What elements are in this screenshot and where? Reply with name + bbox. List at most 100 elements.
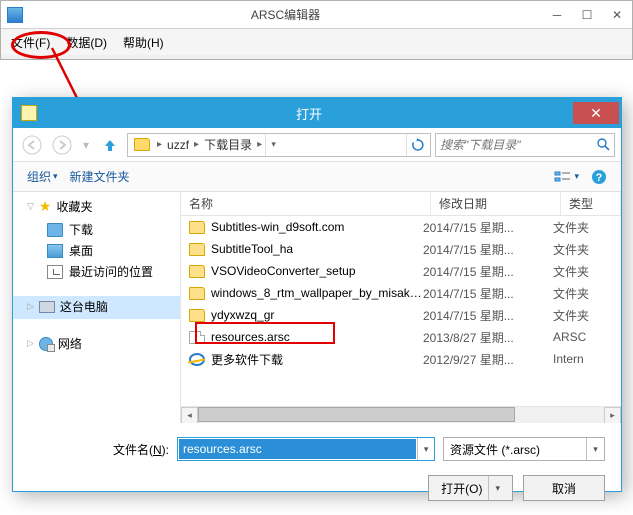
chevron-right-icon: ▷	[27, 338, 34, 349]
chevron-down-icon[interactable]: ▾	[488, 476, 500, 500]
breadcrumb[interactable]: uzzf	[165, 138, 191, 152]
network-icon	[39, 337, 53, 351]
nav-recent-dropdown[interactable]: ▾	[79, 133, 93, 157]
svg-text:?: ?	[596, 172, 603, 184]
main-window: ARSC编辑器 ─ ☐ ✕ 文件(F) 数据(D) 帮助(H)	[0, 0, 633, 60]
filename-input[interactable]	[179, 439, 416, 459]
sidebar-favorites[interactable]: ▽ ★ 收藏夹	[13, 196, 180, 219]
file-row[interactable]: VSOVideoConverter_setup2014/7/15 星期...文件…	[181, 260, 621, 282]
file-type: 文件夹	[553, 307, 613, 324]
nav-up-button[interactable]	[97, 133, 123, 157]
cancel-button[interactable]: 取消	[523, 475, 605, 501]
open-file-dialog: 打开 ✕ ▾ ▸ uzzf ▸ 下载目录 ▸ ▾	[12, 97, 622, 492]
scroll-left-button[interactable]: ◂	[181, 407, 198, 424]
minimize-button[interactable]: ─	[542, 4, 572, 26]
scroll-right-button[interactable]: ▸	[604, 407, 621, 424]
sidebar-item-desktop[interactable]: 桌面	[13, 240, 180, 261]
chevron-right-icon: ▸	[254, 139, 265, 150]
folder-icon	[189, 221, 205, 234]
organize-button[interactable]: 组织▾	[21, 165, 64, 188]
dialog-title: 打开	[45, 104, 573, 123]
sidebar-item-label: 桌面	[69, 242, 93, 259]
view-options-button[interactable]: ▾	[548, 167, 585, 187]
dialog-close-button[interactable]: ✕	[573, 102, 619, 124]
file-icon	[189, 331, 205, 344]
dialog-body: ▽ ★ 收藏夹 下载 桌面 最近访问的位置 ▷ 这台电脑 ▷	[13, 192, 621, 423]
chevron-down-icon[interactable]: ▾	[417, 438, 434, 460]
recent-icon	[47, 265, 63, 279]
chevron-right-icon: ▸	[191, 139, 202, 150]
file-row[interactable]: Subtitles-win_d9soft.com2014/7/15 星期...文…	[181, 216, 621, 238]
file-row[interactable]: ydyxwzq_gr2014/7/15 星期...文件夹	[181, 304, 621, 326]
filename-combo[interactable]: ▾	[177, 437, 435, 461]
menu-data[interactable]: 数据(D)	[58, 31, 115, 54]
arrow-up-icon	[102, 137, 118, 153]
dialog-nav-bar: ▾ ▸ uzzf ▸ 下载目录 ▸ ▾	[13, 128, 621, 162]
breadcrumb[interactable]: 下载目录	[202, 136, 254, 153]
view-icon	[554, 170, 572, 184]
address-dropdown[interactable]: ▾	[265, 134, 281, 156]
file-name: VSOVideoConverter_setup	[211, 264, 423, 278]
file-date: 2014/7/15 星期...	[423, 263, 553, 280]
scroll-thumb[interactable]	[198, 407, 515, 422]
arrow-left-icon	[22, 135, 42, 155]
file-row[interactable]: 更多软件下载2012/9/27 星期...Intern	[181, 348, 621, 370]
open-button[interactable]: 打开(O)▾	[428, 475, 513, 501]
sidebar-group-label: 网络	[58, 335, 82, 352]
sidebar-item-recent[interactable]: 最近访问的位置	[13, 261, 180, 282]
help-icon: ?	[591, 169, 607, 185]
file-date: 2013/8/27 星期...	[423, 329, 553, 346]
search-input[interactable]	[440, 138, 593, 152]
dialog-footer: 文件名(N): ▾ 资源文件 (*.arsc) ▾	[13, 423, 621, 469]
folder-icon	[189, 287, 205, 300]
computer-icon	[39, 301, 55, 313]
sidebar: ▽ ★ 收藏夹 下载 桌面 最近访问的位置 ▷ 这台电脑 ▷	[13, 192, 181, 423]
folder-icon	[189, 309, 205, 322]
menu-file[interactable]: 文件(F)	[3, 31, 58, 54]
file-type: ARSC	[553, 330, 613, 344]
file-row[interactable]: SubtitleTool_ha2014/7/15 星期...文件夹	[181, 238, 621, 260]
search-icon	[597, 138, 610, 151]
main-titlebar: ARSC编辑器 ─ ☐ ✕	[1, 1, 632, 29]
refresh-icon	[411, 138, 425, 152]
sidebar-item-downloads[interactable]: 下载	[13, 219, 180, 240]
folder-icon	[189, 243, 205, 256]
file-name: Subtitles-win_d9soft.com	[211, 220, 423, 234]
file-type: 文件夹	[553, 241, 613, 258]
search-box[interactable]	[435, 133, 615, 157]
file-date: 2014/7/15 星期...	[423, 241, 553, 258]
sidebar-network[interactable]: ▷ 网络	[13, 333, 180, 356]
maximize-button[interactable]: ☐	[572, 4, 602, 26]
help-button[interactable]: ?	[585, 166, 613, 188]
close-button[interactable]: ✕	[602, 4, 632, 26]
horizontal-scrollbar[interactable]: ◂ ▸	[181, 406, 621, 423]
column-header-date[interactable]: 修改日期	[431, 192, 561, 215]
sidebar-item-label: 最近访问的位置	[69, 263, 153, 280]
column-header-name[interactable]: 名称	[181, 192, 431, 215]
column-header-type[interactable]: 类型	[561, 192, 621, 215]
folder-icon	[47, 223, 63, 237]
filter-combo[interactable]: 资源文件 (*.arsc) ▾	[443, 437, 605, 461]
new-folder-button[interactable]: 新建文件夹	[64, 165, 136, 188]
file-name: 更多软件下载	[211, 351, 423, 368]
address-bar[interactable]: ▸ uzzf ▸ 下载目录 ▸ ▾	[127, 133, 431, 157]
arrow-right-icon	[52, 135, 72, 155]
file-type: Intern	[553, 352, 613, 366]
dialog-toolbar: 组织▾ 新建文件夹 ▾ ?	[13, 162, 621, 192]
sidebar-item-label: 下载	[69, 221, 93, 238]
chevron-down-icon[interactable]: ▾	[586, 438, 604, 460]
nav-back-button[interactable]	[19, 133, 45, 157]
file-row[interactable]: windows_8_rtm_wallpaper_by_misaki2...201…	[181, 282, 621, 304]
scroll-track[interactable]	[198, 407, 604, 424]
file-type: 文件夹	[553, 263, 613, 280]
internet-icon	[189, 353, 205, 366]
file-name: windows_8_rtm_wallpaper_by_misaki2...	[211, 286, 423, 300]
nav-forward-button[interactable]	[49, 133, 75, 157]
sidebar-group-label: 收藏夹	[56, 198, 92, 215]
refresh-button[interactable]	[406, 134, 428, 156]
file-type: 文件夹	[553, 219, 613, 236]
menu-help[interactable]: 帮助(H)	[115, 31, 172, 54]
sidebar-this-pc[interactable]: ▷ 这台电脑	[13, 296, 180, 319]
file-row[interactable]: resources.arsc2013/8/27 星期...ARSC	[181, 326, 621, 348]
desktop-icon	[47, 244, 63, 258]
